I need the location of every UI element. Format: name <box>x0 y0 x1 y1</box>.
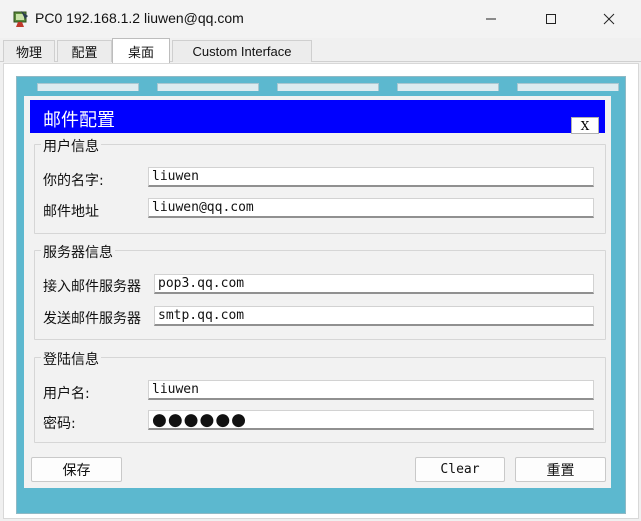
outgoing-server-label: 发送邮件服务器 <box>43 311 141 327</box>
packet-tracer-pc-icon <box>12 10 30 28</box>
tab-custom-interface[interactable]: Custom Interface <box>172 40 312 62</box>
desktop-app-icon[interactable] <box>397 83 499 91</box>
minimize-icon <box>485 10 497 29</box>
minimize-button[interactable] <box>468 0 514 38</box>
user-info-legend: 用户信息 <box>41 136 101 156</box>
incoming-server-input[interactable]: pop3.qq.com <box>154 274 594 294</box>
window-title: PC0 192.168.1.2 liuwen@qq.com <box>35 10 244 26</box>
name-input[interactable]: liuwen <box>148 167 594 187</box>
email-input[interactable]: liuwen@qq.com <box>148 198 594 218</box>
username-label: 用户名: <box>43 386 90 402</box>
desktop-app-icon[interactable] <box>37 83 139 91</box>
tab-bar: 物理 配置 桌面 Custom Interface <box>0 38 641 63</box>
password-input[interactable]: ●●●●●● <box>148 410 594 430</box>
desktop-app-icon[interactable] <box>277 83 379 91</box>
clear-button[interactable]: Clear <box>415 457 505 482</box>
dialog-header: 邮件配置 X <box>30 100 605 134</box>
title-bar: PC0 192.168.1.2 liuwen@qq.com <box>0 0 641 38</box>
maximize-icon <box>545 10 557 29</box>
tab-config[interactable]: 配置 <box>57 40 112 62</box>
password-label: 密码: <box>43 416 76 432</box>
reset-button[interactable]: 重置 <box>515 457 606 482</box>
outgoing-server-input[interactable]: smtp.qq.com <box>154 306 594 326</box>
email-label: 邮件地址 <box>43 204 99 220</box>
login-info-legend: 登陆信息 <box>41 349 101 369</box>
desktop-app-icon[interactable] <box>157 83 259 91</box>
username-input[interactable]: liuwen <box>148 380 594 400</box>
name-label: 你的名字: <box>43 173 104 189</box>
dialog-close-button[interactable]: X <box>571 117 599 134</box>
tab-desktop[interactable]: 桌面 <box>112 38 170 63</box>
maximize-button[interactable] <box>528 0 574 38</box>
server-info-legend: 服务器信息 <box>41 242 115 262</box>
desktop-app-icon[interactable] <box>517 83 619 91</box>
user-info-group <box>34 144 606 234</box>
tab-physical[interactable]: 物理 <box>3 40 55 62</box>
login-info-group <box>34 357 606 443</box>
close-window-button[interactable] <box>586 0 632 38</box>
save-button[interactable]: 保存 <box>31 457 122 482</box>
close-icon <box>603 10 615 29</box>
email-config-dialog: 邮件配置 X 用户信息 你的名字: liuwen 邮件地址 liuwen@qq.… <box>24 96 611 488</box>
incoming-server-label: 接入邮件服务器 <box>43 279 141 295</box>
desktop-app-icons <box>17 77 627 93</box>
dialog-title: 邮件配置 <box>43 110 115 131</box>
